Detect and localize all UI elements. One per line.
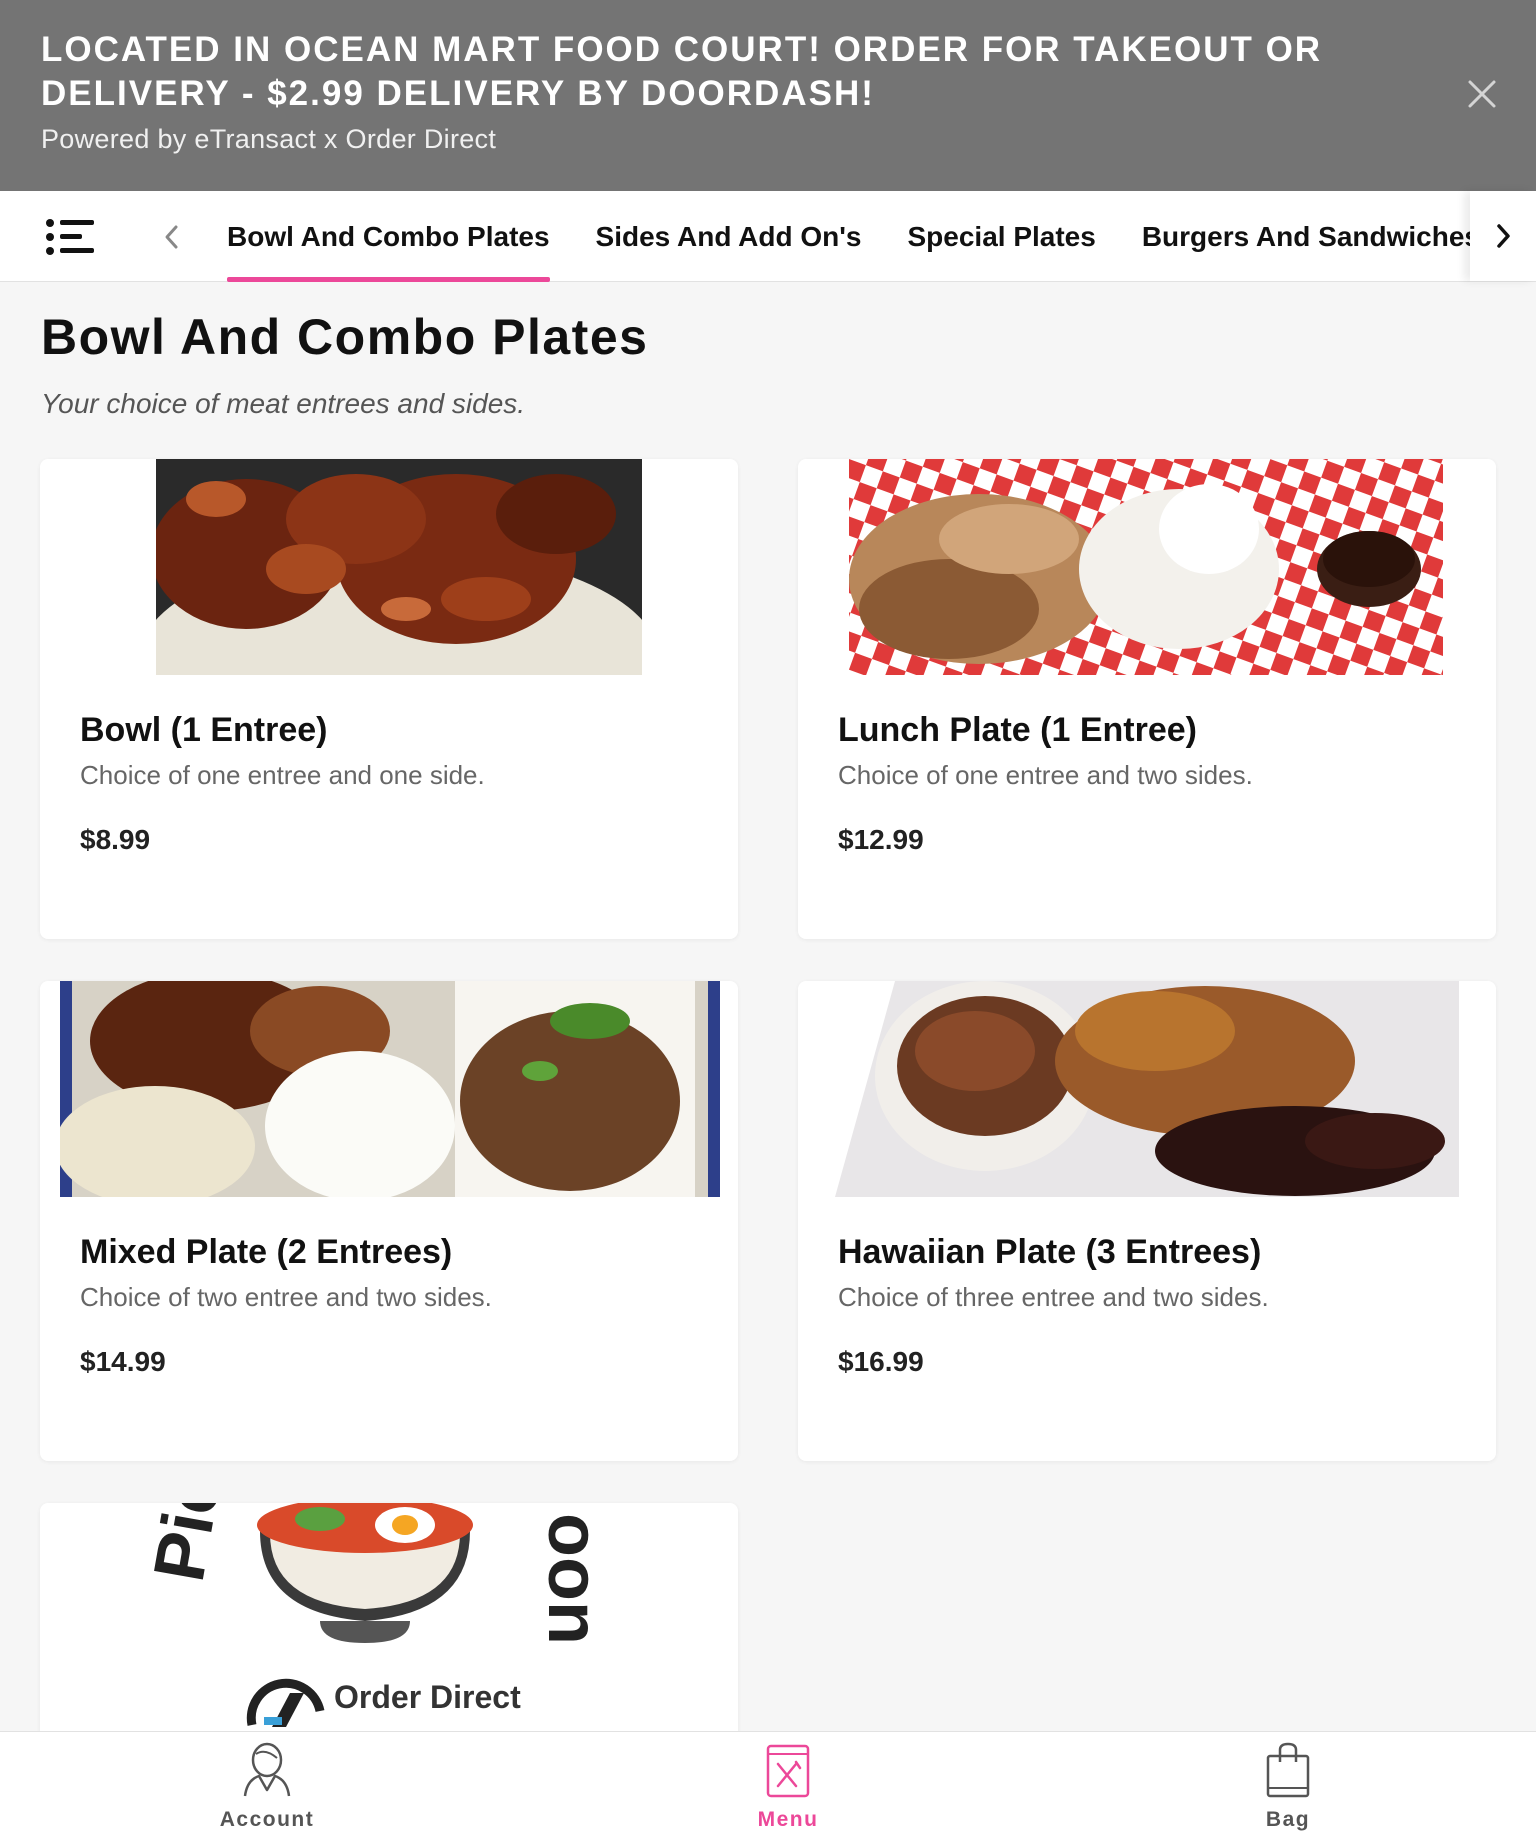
- menu-item-card[interactable]: Pict oon Order Direct: [40, 1503, 738, 1743]
- announcement-banner: LOCATED IN OCEAN MART FOOD COURT! ORDER …: [0, 0, 1536, 191]
- item-price: $16.99: [838, 1346, 924, 1377]
- category-tabs: Bowl And Combo Plates Sides And Add On's…: [204, 191, 1470, 282]
- tab-bowl-and-combo-plates[interactable]: Bowl And Combo Plates: [204, 191, 573, 282]
- item-name: Lunch Plate (1 Entree): [838, 711, 1197, 749]
- section-description: Your choice of meat entrees and sides.: [41, 388, 526, 419]
- menu-item-card[interactable]: Mixed Plate (2 Entrees) Choice of two en…: [40, 981, 738, 1461]
- nav-bag-label: Bag: [1265, 1808, 1311, 1831]
- tab-special-plates[interactable]: Special Plates: [884, 191, 1118, 282]
- nav-account[interactable]: Account: [197, 1740, 337, 1836]
- category-nav: Bowl And Combo Plates Sides And Add On's…: [0, 191, 1536, 282]
- close-icon[interactable]: [1466, 78, 1498, 110]
- food-photo: [849, 459, 1443, 675]
- menu-item-card[interactable]: Hawaiian Plate (3 Entrees) Choice of thr…: [798, 981, 1496, 1461]
- account-icon: [243, 1742, 291, 1797]
- order-direct-logo-text: Order Direct: [334, 1679, 521, 1715]
- item-name: Hawaiian Plate (3 Entrees): [838, 1233, 1262, 1271]
- item-price: $14.99: [80, 1346, 166, 1377]
- nav-bag[interactable]: Bag: [1218, 1740, 1358, 1836]
- banner-title: LOCATED IN OCEAN MART FOOD COURT! ORDER …: [41, 30, 1323, 113]
- chevron-right-icon[interactable]: [1470, 191, 1536, 281]
- nav-menu-label: Menu: [757, 1808, 819, 1831]
- order-direct-logo-icon: [242, 1671, 328, 1731]
- bottom-navigation: Account Menu Bag: [0, 1731, 1536, 1839]
- menu-item-card[interactable]: Lunch Plate (1 Entree) Choice of one ent…: [798, 459, 1496, 939]
- section-title: Bowl And Combo Plates: [41, 309, 649, 365]
- banner-subtitle: Powered by eTransact x Order Direct: [41, 124, 497, 154]
- tab-sides-and-add-ons[interactable]: Sides And Add On's: [573, 191, 885, 282]
- nav-account-label: Account: [219, 1808, 315, 1831]
- item-name: Mixed Plate (2 Entrees): [80, 1233, 453, 1271]
- item-description: Choice of three entree and two sides.: [838, 1282, 1269, 1312]
- menu-icon: [766, 1744, 810, 1798]
- item-price: $8.99: [80, 824, 151, 855]
- item-price: $12.99: [838, 824, 924, 855]
- chevron-left-icon[interactable]: [160, 221, 184, 253]
- item-description: Choice of one entree and two sides.: [838, 760, 1253, 790]
- nav-menu[interactable]: Menu: [718, 1740, 858, 1836]
- category-list-icon[interactable]: [44, 215, 96, 259]
- menu-item-card[interactable]: Bowl (1 Entree) Choice of one entree and…: [40, 459, 738, 939]
- food-photo: [156, 459, 642, 675]
- food-photo: [60, 981, 720, 1197]
- placeholder-arc-right: oon: [533, 1513, 613, 1645]
- item-description: Choice of two entree and two sides.: [80, 1282, 492, 1312]
- tab-burgers-and-sandwiches[interactable]: Burgers And Sandwiches: [1119, 191, 1470, 282]
- item-description: Choice of one entree and one side.: [80, 760, 485, 790]
- bag-icon: [1266, 1742, 1310, 1798]
- item-name: Bowl (1 Entree): [80, 711, 328, 749]
- food-photo: [835, 981, 1459, 1197]
